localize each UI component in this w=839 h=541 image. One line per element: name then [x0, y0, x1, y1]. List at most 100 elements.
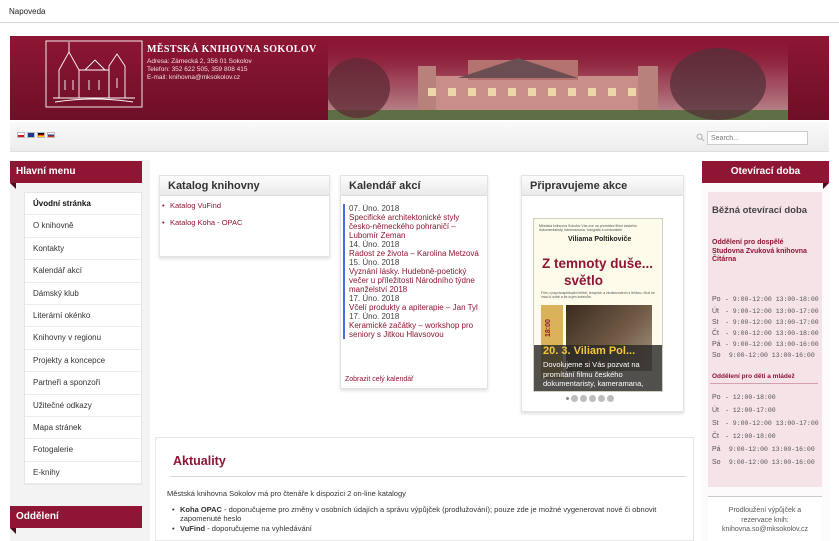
slider-dot[interactable] — [580, 395, 587, 402]
news-item-text: - doporučujeme na vyhledávání — [205, 524, 312, 533]
hours-day: Pá — [712, 341, 721, 348]
hours-time: - 9:00-12:00 13:00-17:00 — [725, 319, 819, 326]
hours-time: 9:00-12:00 13:00-16:00 — [725, 352, 815, 359]
poster-time: 18:00 — [545, 319, 552, 337]
poster-title-line1: Z temnoty duše... — [542, 256, 654, 271]
hours-time: - 12:00-17:00 — [725, 407, 776, 414]
menu-item-partners[interactable]: Partneři a sponzoři — [25, 372, 141, 395]
event-title[interactable]: Radost ze života – Karolina Metzová — [349, 249, 482, 258]
menu-item-literary-window[interactable]: Literární okénko — [25, 305, 141, 328]
news-intro: Městská knihovna Sokolov má pro čtenáře … — [167, 489, 406, 498]
slider-dot-active[interactable] — [566, 397, 569, 400]
hours-row: Pá 9:00-12:00 13:00-16:00 — [712, 446, 815, 453]
slider-dot[interactable] — [607, 395, 614, 402]
news-item: Koha OPAC - doporučujeme pro změny v oso… — [172, 505, 682, 523]
search-icon — [696, 133, 705, 142]
hours-day: St — [712, 420, 719, 427]
site-header: MĚSTSKÁ KNIHOVNA SOKOLOV Adresa: Zámecká… — [10, 36, 829, 120]
regular-hours-heading: Běžná otevírací doba — [712, 205, 808, 216]
news-title: Aktuality — [173, 454, 226, 468]
hours-day: St — [712, 319, 719, 326]
kids-department: Oddělení pro děti a mládež — [712, 373, 795, 380]
hours-day: Po — [712, 296, 721, 303]
slide-caption-title[interactable]: 20. 3. Viliam Pol... — [543, 345, 635, 357]
event-item[interactable]: 14. Úno. 2018 Radost ze života – Karolin… — [343, 240, 482, 258]
catalog-links: Katalog VuFind Katalog Koha - OPAC — [160, 201, 329, 227]
event-title[interactable]: Keramické začátky – workshop pro seniory… — [349, 321, 482, 339]
library-email: E-mail: knihovna@mksokolov.cz — [147, 74, 241, 81]
event-title[interactable]: Včelí produkty a apiterapie – Jan Tyl — [349, 303, 482, 312]
hours-row: St - 9:00-12:00 13:00-17:00 — [712, 420, 819, 427]
event-date: 07. Úno. 2018 — [349, 204, 400, 213]
hours-day: So — [712, 352, 721, 359]
hours-day: Út — [712, 308, 719, 315]
search-input[interactable] — [711, 133, 805, 144]
slider-dot[interactable] — [571, 395, 578, 402]
event-title[interactable]: Vyznání lásky. Hudebně-poetický večer u … — [349, 267, 482, 294]
news-item-text: - doporučujeme pro změny v osobních údaj… — [180, 505, 657, 523]
help-link[interactable]: Napoveda — [9, 7, 45, 16]
slide-caption-text: Dovolujeme si Vás pozvat na promítání fi… — [543, 360, 644, 388]
catalog-link-koha[interactable]: Katalog Koha - OPAC — [160, 218, 329, 227]
renewal-line1: Prodloužení výpůjček a — [728, 507, 802, 514]
catalog-title: Katalog knihovny — [160, 176, 329, 196]
news-item-name[interactable]: Koha OPAC — [180, 505, 222, 514]
event-title[interactable]: Specifické architektonické styly česko-n… — [349, 213, 482, 240]
menu-item-ladies-club[interactable]: Dámský klub — [25, 283, 141, 305]
news-list: Koha OPAC - doporučujeme pro změny v oso… — [172, 505, 682, 534]
menu-item-calendar[interactable]: Kalendář akcí — [25, 260, 141, 283]
poster-title-line2: světlo — [564, 273, 604, 288]
flag-de-icon[interactable] — [37, 132, 45, 138]
menu-item-about[interactable]: O knihovně — [25, 215, 141, 238]
poster-description: Film o psychospirituální léčbě, terapiíc… — [541, 291, 655, 299]
departments-title: Oddělení — [10, 506, 142, 534]
poster-invite-text: Městská knihovna Sokolov Vás zve na prom… — [539, 224, 637, 232]
flag-en-icon[interactable] — [27, 132, 35, 138]
hours-day: Út — [712, 407, 719, 414]
flag-ru-icon[interactable] — [47, 132, 55, 138]
event-poster-slide[interactable]: Městská knihovna Sokolov Vás zve na prom… — [533, 218, 663, 392]
hours-time: - 9:00-12:00 13:00-18:00 — [725, 330, 819, 337]
castle-photo — [328, 36, 788, 120]
event-item[interactable]: 17. Úno. 2018 Včelí produkty a apiterapi… — [343, 294, 482, 312]
news-item-name[interactable]: VuFind — [180, 524, 205, 533]
menu-item-useful-links[interactable]: Užitečné odkazy — [25, 395, 141, 417]
menu-item-regional-libraries[interactable]: Knihovny v regionu — [25, 327, 141, 350]
hours-day: Čt — [712, 330, 719, 337]
menu-item-ebooks[interactable]: E-knihy — [25, 462, 141, 485]
renewal-email[interactable]: knihovna.so@mksokolov.cz — [708, 525, 822, 535]
menu-item-sitemap[interactable]: Mapa stránek — [25, 417, 141, 440]
event-item[interactable]: 15. Úno. 2018 Vyznání lásky. Hudebně-poe… — [343, 258, 482, 294]
renewal-line2: rezervace knih: — [741, 516, 789, 524]
hours-row: So 9:00-12:00 13:00-16:00 — [712, 459, 815, 466]
slider-dot[interactable] — [589, 395, 596, 402]
show-full-calendar-link[interactable]: Zobrazit celý kalendář — [345, 376, 413, 383]
library-phone: Telefon: 352 622 505, 359 808 415 — [147, 66, 248, 73]
event-item[interactable]: 17. Úno. 2018 Keramické začátky – worksh… — [343, 312, 482, 339]
adult-department: Oddělení pro dospělé Studovna Zvuková kn… — [712, 239, 807, 263]
language-flags — [17, 132, 55, 138]
main-menu: Úvodní stránka O knihovně Kontakty Kalen… — [24, 192, 142, 486]
hours-time: 9:00-12:00 13:00-16:00 — [725, 459, 815, 466]
event-item[interactable]: 07. Úno. 2018 Specifické architektonické… — [343, 204, 482, 240]
event-date: 17. Úno. 2018 — [349, 294, 400, 303]
menu-item-contacts[interactable]: Kontakty — [25, 238, 141, 261]
slider-pagination — [566, 395, 614, 402]
catalog-link-vufind[interactable]: Katalog VuFind — [160, 201, 329, 210]
menu-item-home[interactable]: Úvodní stránka — [25, 193, 141, 216]
hours-row: Po - 12:00-18:00 — [712, 394, 776, 401]
slider-dot[interactable] — [598, 395, 605, 402]
kids-divider — [710, 383, 818, 384]
menu-item-projects[interactable]: Projekty a koncepce — [25, 350, 141, 373]
hours-row: So 9:00-12:00 13:00-16:00 — [712, 352, 815, 359]
castle-logo-icon[interactable] — [45, 40, 143, 108]
calendar-title: Kalendář akcí — [341, 176, 487, 196]
main-menu-title: Hlavní menu — [10, 161, 142, 189]
news-item: VuFind - doporučujeme na vyhledávání — [172, 524, 682, 533]
news-divider — [170, 476, 686, 477]
poster-author: Viliama Poltikoviče — [568, 236, 632, 243]
flag-cs-icon[interactable] — [17, 132, 25, 138]
menu-item-gallery[interactable]: Fotogalerie — [25, 439, 141, 462]
hours-row: Út - 9:00-12:00 13:00-17:00 — [712, 308, 819, 315]
hours-time: - 9:00-12:00 13:00-17:00 — [725, 420, 819, 427]
